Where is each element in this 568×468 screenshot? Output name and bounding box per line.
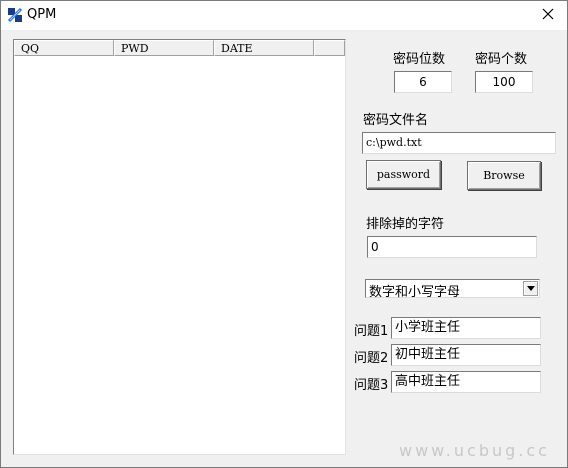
results-list[interactable]: QQ PWD DATE <box>13 39 346 455</box>
password-count-label: 密码个数 <box>475 52 528 67</box>
qpm-window: QPM QQ PWD DATE 密码位数 6 密码个数 100 密码文件名 c:… <box>0 0 568 468</box>
password-length-label: 密码位数 <box>393 52 446 67</box>
browse-button[interactable]: Browse <box>467 161 541 190</box>
column-header-date[interactable]: DATE <box>214 40 314 56</box>
password-file-input[interactable]: c:\pwd.txt <box>362 132 556 154</box>
window-title: QPM <box>27 7 57 22</box>
close-button[interactable] <box>529 1 567 29</box>
question-2-input[interactable]: 初中班主任 <box>391 344 541 366</box>
password-button[interactable]: password <box>366 160 441 189</box>
exclude-chars-label: 排除掉的字符 <box>366 217 445 232</box>
charset-selected-value: 数字和小写字母 <box>369 285 461 300</box>
password-length-input[interactable]: 6 <box>394 71 452 93</box>
column-header-blank[interactable] <box>314 40 345 56</box>
question-3-label: 问题3 <box>354 378 389 393</box>
question-1-label: 问题1 <box>354 324 389 339</box>
close-icon <box>542 8 554 23</box>
dropdown-arrow-icon[interactable] <box>523 281 538 296</box>
question-1-input[interactable]: 小学班主任 <box>391 317 541 339</box>
question-2-label: 问题2 <box>354 351 389 366</box>
column-header-pwd[interactable]: PWD <box>114 40 214 56</box>
watermark-text: www.ucbug.cc <box>399 441 550 460</box>
title-bar[interactable]: QPM <box>1 1 567 30</box>
qpm-app-icon <box>6 6 24 24</box>
exclude-chars-input[interactable]: 0 <box>367 236 537 258</box>
password-count-input[interactable]: 100 <box>475 71 533 93</box>
list-header: QQ PWD DATE <box>14 40 345 56</box>
column-header-qq[interactable]: QQ <box>14 40 114 56</box>
password-file-label: 密码文件名 <box>363 113 429 128</box>
charset-select[interactable]: 数字和小写字母 <box>365 279 540 300</box>
question-3-input[interactable]: 高中班主任 <box>391 371 541 393</box>
